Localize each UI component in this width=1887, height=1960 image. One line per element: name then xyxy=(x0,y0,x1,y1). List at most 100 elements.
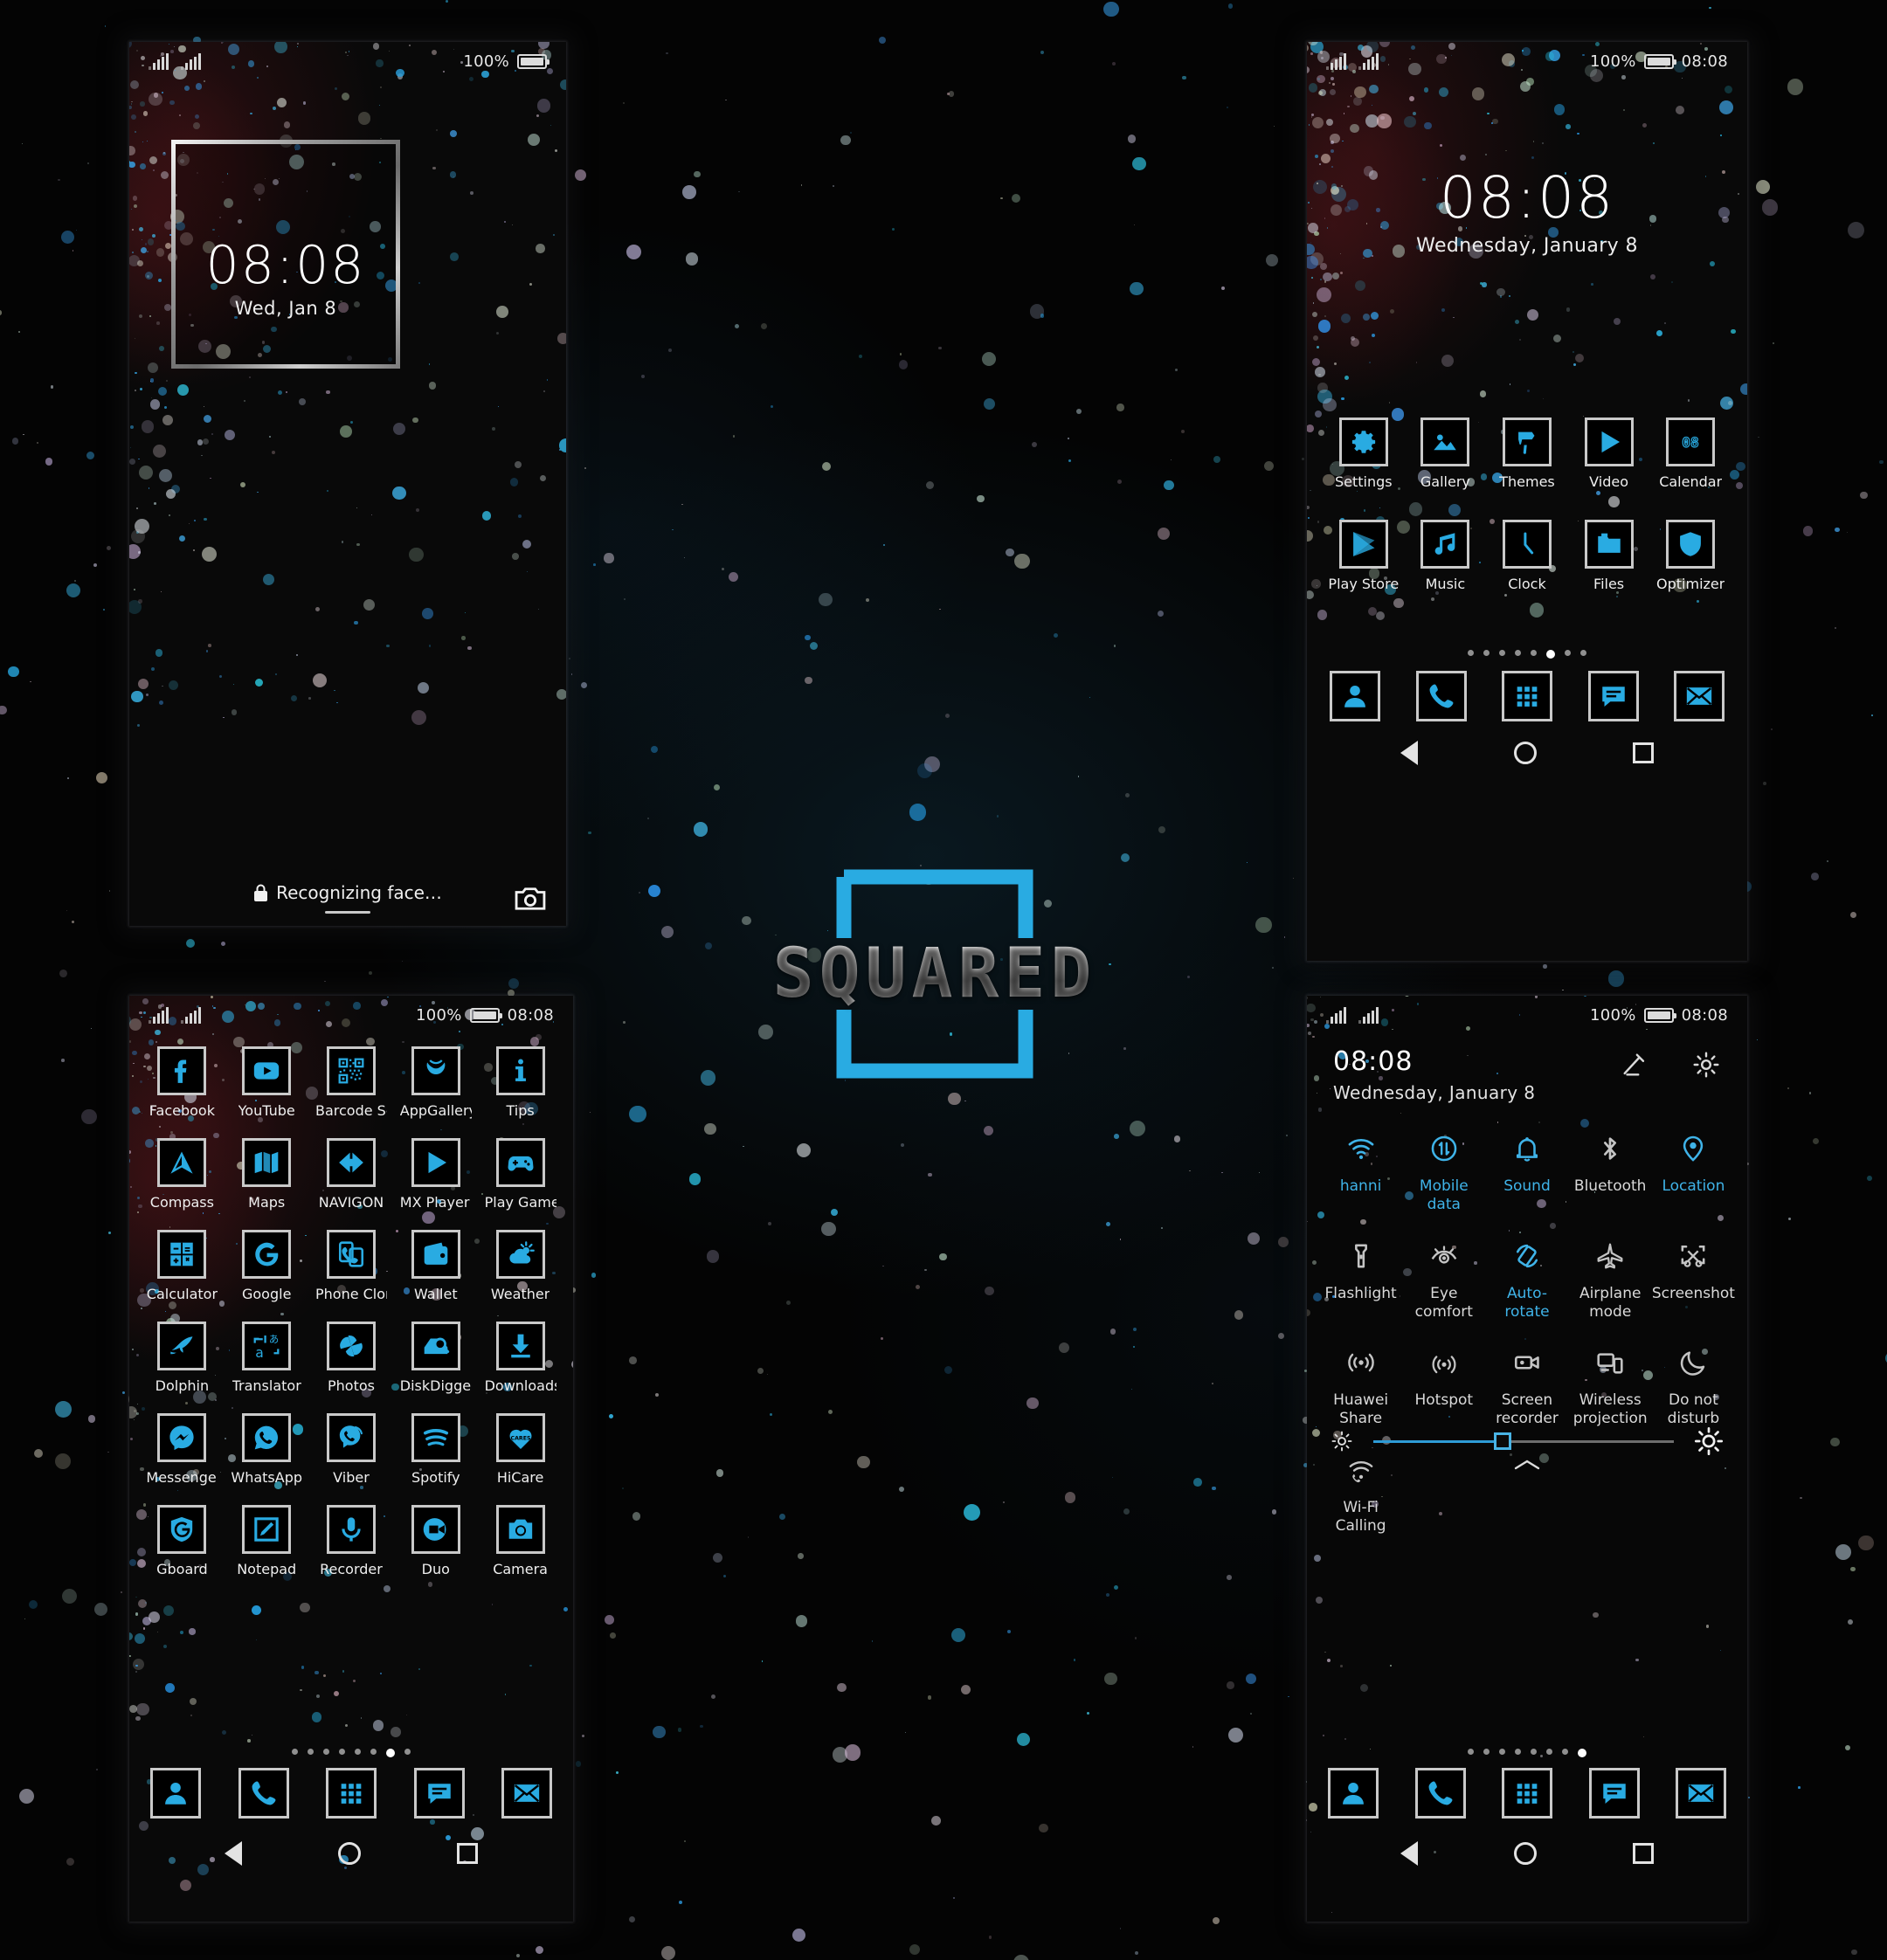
page-dot[interactable] xyxy=(323,1749,329,1755)
recents-square-icon[interactable] xyxy=(1633,742,1654,763)
qs-toggle[interactable]: Wireless projection xyxy=(1569,1342,1652,1429)
app-item[interactable]: Dolphin xyxy=(140,1322,225,1394)
eye-comfort-icon[interactable] xyxy=(1429,1236,1459,1276)
page-dot[interactable] xyxy=(1483,650,1490,656)
pinwheel-icon[interactable] xyxy=(327,1322,376,1370)
camera-icon[interactable] xyxy=(496,1505,545,1554)
app-item[interactable]: NAVIGON xyxy=(309,1138,394,1211)
qs-toggle[interactable]: Do not disturb xyxy=(1652,1342,1735,1429)
back-triangle-icon[interactable] xyxy=(1400,1841,1418,1866)
app-item[interactable]: Compass xyxy=(140,1138,225,1211)
qs-toggle[interactable]: Airplane mode xyxy=(1569,1236,1652,1322)
dock-envelope-icon[interactable] xyxy=(501,1768,552,1819)
app-item[interactable]: YouTube xyxy=(225,1046,309,1119)
microphone-icon[interactable] xyxy=(327,1505,376,1554)
dock-grid-icon[interactable] xyxy=(326,1768,377,1819)
qs-toggle[interactable]: Hotspot xyxy=(1402,1342,1485,1429)
qr-code-icon[interactable] xyxy=(327,1046,376,1095)
page-dot[interactable] xyxy=(1562,1749,1568,1755)
page-dot[interactable] xyxy=(404,1749,411,1755)
page-dot[interactable] xyxy=(1499,1749,1505,1755)
app-item[interactable]: Weather xyxy=(478,1230,563,1302)
gboard-g-icon[interactable] xyxy=(157,1505,206,1554)
drawer-page-indicator[interactable] xyxy=(292,1749,411,1757)
translate-icon[interactable]: あa xyxy=(242,1322,291,1370)
brightness-slider[interactable] xyxy=(1373,1440,1674,1443)
page-dot[interactable] xyxy=(1531,1749,1537,1755)
home-page-indicator[interactable] xyxy=(1468,650,1586,659)
app-item[interactable]: Downloads xyxy=(478,1322,563,1394)
play-triangle-icon[interactable] xyxy=(1585,418,1634,466)
qs-toggle[interactable]: Eye comfort xyxy=(1402,1236,1485,1322)
app-item[interactable]: Facebook xyxy=(140,1046,225,1119)
app-item[interactable]: Wallet xyxy=(393,1230,478,1302)
spotify-waves-icon[interactable] xyxy=(411,1413,460,1462)
dock-message-icon[interactable] xyxy=(1589,1768,1640,1819)
dock-phone-icon[interactable] xyxy=(238,1768,289,1819)
app-item[interactable]: 08 Calendar xyxy=(1649,418,1731,490)
edit-pencil-icon[interactable] xyxy=(1620,1050,1649,1080)
flashlight-icon[interactable] xyxy=(1346,1236,1376,1276)
app-item[interactable]: Messenger xyxy=(140,1413,225,1486)
dock-phone-icon[interactable] xyxy=(1415,1768,1466,1819)
disk-search-icon[interactable] xyxy=(411,1322,460,1370)
google-g-icon[interactable] xyxy=(242,1230,291,1279)
page-dot[interactable] xyxy=(1578,1749,1586,1757)
qs-toggle[interactable]: Wi-Fi Calling xyxy=(1319,1450,1402,1536)
recents-square-icon[interactable] xyxy=(1633,1843,1654,1864)
qs-toggle[interactable]: Location xyxy=(1652,1128,1735,1215)
dock-envelope-icon[interactable] xyxy=(1674,671,1725,721)
auto-rotate-icon[interactable] xyxy=(1512,1236,1542,1276)
location-pin-icon[interactable] xyxy=(1678,1128,1708,1169)
app-item[interactable]: Optimizer xyxy=(1649,520,1731,592)
back-triangle-icon[interactable] xyxy=(1400,741,1418,765)
app-item[interactable]: Music xyxy=(1405,520,1487,592)
app-item[interactable]: Photos xyxy=(309,1322,394,1394)
video-camera-icon[interactable] xyxy=(411,1505,460,1554)
home-circle-icon[interactable] xyxy=(1514,742,1537,764)
app-item[interactable]: Clock xyxy=(1486,520,1568,592)
qs-toggle[interactable]: hanni xyxy=(1319,1128,1402,1215)
folded-map-icon[interactable] xyxy=(242,1138,291,1187)
facebook-icon[interactable] xyxy=(157,1046,206,1095)
huawei-flower-icon[interactable] xyxy=(411,1046,460,1095)
page-dot[interactable] xyxy=(1565,650,1571,656)
dock-person-icon[interactable] xyxy=(1328,1768,1379,1819)
app-item[interactable]: Play Store xyxy=(1323,520,1405,592)
app-item[interactable]: DiskDigger xyxy=(393,1322,478,1394)
dock-person-icon[interactable] xyxy=(1330,671,1380,721)
app-item[interactable]: MX Player P.. xyxy=(393,1138,478,1211)
dock-person-icon[interactable] xyxy=(150,1768,201,1819)
app-item[interactable]: Spotify xyxy=(393,1413,478,1486)
home-circle-icon[interactable] xyxy=(1514,1842,1537,1865)
app-item[interactable]: Maps xyxy=(225,1138,309,1211)
dock-envelope-icon[interactable] xyxy=(1676,1768,1726,1819)
app-item[interactable]: Gallery xyxy=(1405,418,1487,490)
page-dot[interactable] xyxy=(308,1749,314,1755)
qs-toggle[interactable]: Bluetooth xyxy=(1569,1128,1652,1215)
music-note-icon[interactable] xyxy=(1420,520,1469,569)
page-dot[interactable] xyxy=(386,1749,395,1757)
page-dot[interactable] xyxy=(1515,1749,1521,1755)
app-item[interactable]: Tips xyxy=(478,1046,563,1119)
info-i-icon[interactable] xyxy=(496,1046,545,1095)
hotspot-icon[interactable] xyxy=(1429,1342,1459,1383)
bell-icon[interactable] xyxy=(1512,1128,1542,1169)
qs-toggle[interactable]: Flashlight xyxy=(1319,1236,1402,1322)
app-item[interactable]: Phone Clone xyxy=(309,1230,394,1302)
app-item[interactable]: Play Games xyxy=(478,1138,563,1211)
page-dot[interactable] xyxy=(355,1749,361,1755)
moon-icon[interactable] xyxy=(1678,1342,1708,1383)
camera-icon[interactable] xyxy=(514,886,547,912)
lock-swipe-handle[interactable] xyxy=(325,911,370,914)
play-triangle-icon[interactable] xyxy=(411,1138,460,1187)
app-item[interactable]: CARES HiCare xyxy=(478,1413,563,1486)
app-item[interactable]: Themes xyxy=(1486,418,1568,490)
qs-page-indicator[interactable] xyxy=(1468,1749,1586,1757)
download-arrow-icon[interactable] xyxy=(496,1322,545,1370)
wallet-icon[interactable] xyxy=(411,1230,460,1279)
screenshot-icon[interactable] xyxy=(1678,1236,1708,1276)
image-icon[interactable] xyxy=(1420,418,1469,466)
sun-cloud-icon[interactable] xyxy=(496,1230,545,1279)
page-dot[interactable] xyxy=(1546,650,1555,659)
